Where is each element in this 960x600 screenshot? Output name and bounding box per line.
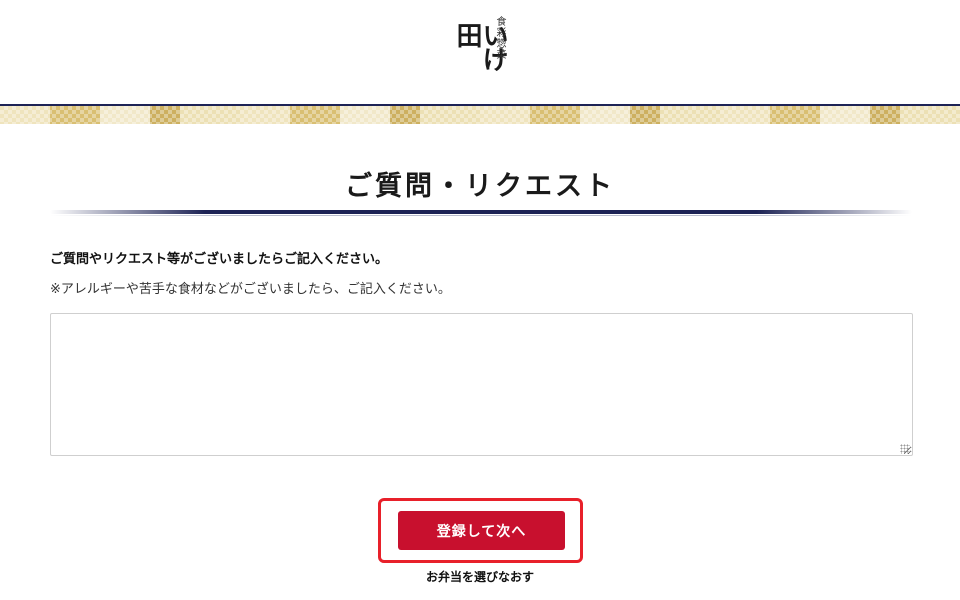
resize-grip-icon[interactable] <box>900 444 910 454</box>
reselect-bento-link[interactable]: お弁当を選びなおす <box>0 568 960 585</box>
decorative-pattern-band <box>0 106 960 124</box>
title-underline <box>50 210 912 214</box>
logo-sub-text: 食彩惣菜 <box>494 16 505 60</box>
site-header: いけ田 食彩惣菜 <box>0 0 960 106</box>
request-textarea[interactable] <box>50 313 913 456</box>
brand-logo[interactable]: いけ田 食彩惣菜 <box>448 12 520 92</box>
form-instruction: ご質問やリクエスト等がございましたらご記入ください。 <box>50 252 389 267</box>
allergy-note: ※アレルギーや苦手な食材などがございましたら、ご記入ください。 <box>50 282 451 297</box>
title-underline-thin <box>50 215 912 216</box>
register-next-button[interactable]: 登録して次へ <box>398 511 565 550</box>
page-title: ご質問・リクエスト <box>345 171 615 202</box>
